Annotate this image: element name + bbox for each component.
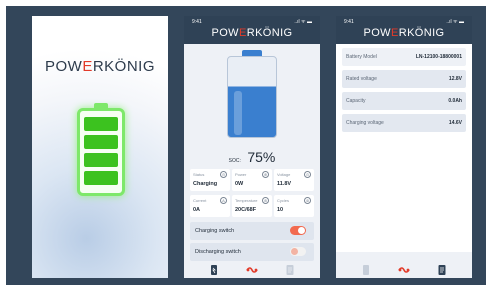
brand-logo: POWERKÖNIG	[44, 58, 156, 75]
brand-logo: POWERKÖNIG	[363, 27, 445, 39]
current-icon: A	[220, 197, 227, 204]
document-tab-icon[interactable]	[436, 264, 448, 276]
info-row-capacity: Capacity 0.0Ah	[342, 92, 466, 110]
connection-tab-icon[interactable]	[246, 264, 258, 276]
discharging-switch-label: Discharging switch	[195, 249, 241, 255]
status-time: 9:41	[192, 19, 202, 25]
document-tab-icon[interactable]	[284, 264, 296, 276]
tab-bar	[336, 262, 472, 278]
cycles-icon: ⊜	[304, 197, 311, 204]
splash-screen: POWERKÖNIG	[32, 16, 168, 278]
discharging-switch-toggle[interactable]	[290, 247, 306, 256]
soc-label: SOC:	[228, 158, 241, 164]
screenshot-frame: POWERKÖNIG 9:41 ..ıl ᯤ ▬ POWERKÖNIG SOC:…	[6, 6, 486, 285]
status-time: 9:41	[344, 19, 354, 25]
battery-tab-icon[interactable]	[208, 264, 220, 276]
status-indicators: ..ıl ᯤ ▬	[446, 19, 464, 25]
battery-status-screen: 9:41 ..ıl ᯤ ▬ POWERKÖNIG SOC: 75% Status…	[184, 16, 320, 278]
info-row-rated-voltage: Rated voltage 12.8V	[342, 70, 466, 88]
battery-info-screen: 9:41 ..ıl ᯤ ▬ POWERKÖNIG Battery Model L…	[336, 16, 472, 278]
brand-logo: POWERKÖNIG	[211, 27, 293, 39]
app-header: 9:41 ..ıl ᯤ ▬ POWERKÖNIG	[336, 16, 472, 44]
soc-readout: SOC: 75%	[184, 149, 320, 167]
metric-card-power: Power ⊕ 0W	[232, 169, 272, 191]
info-row-charging-voltage: Charging voltage 14.6V	[342, 114, 466, 132]
battery-tab-icon[interactable]	[360, 264, 372, 276]
info-row-battery-model: Battery Model LN-12100-18800001	[342, 48, 466, 66]
charging-switch-toggle[interactable]	[290, 226, 306, 235]
battery-level-icon	[227, 50, 277, 138]
metric-card-current: Current A 0A	[190, 195, 230, 217]
status-icon: ⊝	[220, 171, 227, 178]
charging-switch-row: Charging switch	[190, 222, 314, 240]
metric-card-temperature: Temperature ⊛ 20C/68F	[232, 195, 272, 217]
status-indicators: ..ıl ᯤ ▬	[294, 19, 312, 25]
discharging-switch-row: Discharging switch	[190, 243, 314, 261]
metrics-grid: Status ⊝ Charging Power ⊕ 0W Voltage ⊙ 1…	[190, 169, 314, 218]
metric-card-voltage: Voltage ⊙ 11.8V	[274, 169, 314, 191]
app-header: 9:41 ..ıl ᯤ ▬ POWERKÖNIG	[184, 16, 320, 44]
charging-switch-label: Charging switch	[195, 228, 235, 234]
power-icon: ⊕	[262, 171, 269, 178]
temperature-icon: ⊛	[262, 197, 269, 204]
metric-card-status: Status ⊝ Charging	[190, 169, 230, 191]
voltage-icon: ⊙	[304, 171, 311, 178]
battery-charging-icon	[77, 103, 125, 196]
metric-card-cycles: Cycles ⊜ 10	[274, 195, 314, 217]
soc-value: 75%	[247, 149, 276, 165]
connection-tab-icon[interactable]	[398, 264, 410, 276]
tab-bar	[184, 262, 320, 278]
